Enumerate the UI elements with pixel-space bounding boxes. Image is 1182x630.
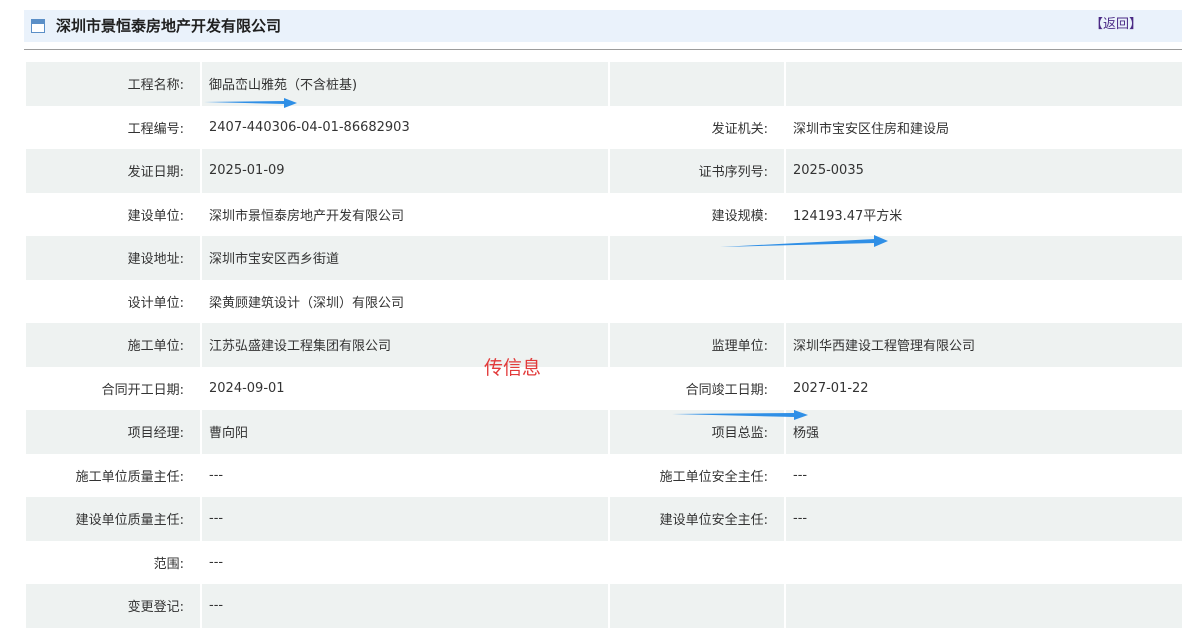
field-value: --- xyxy=(202,540,610,584)
field-label: 施工单位: xyxy=(26,323,202,367)
field-label: 施工单位质量主任: xyxy=(26,453,202,497)
field-value xyxy=(786,279,1182,323)
overlay-annotation: 传信息 xyxy=(484,357,542,379)
field-label: 发证机关: xyxy=(610,105,786,149)
field-value: --- xyxy=(202,584,610,628)
field-value: 江苏弘盛建设工程集团有限公司 xyxy=(202,323,610,367)
table-row: 建设单位: 深圳市景恒泰房地产开发有限公司 建设规模: 124193.47平方米 xyxy=(26,192,1182,236)
table-row: 工程编号: 2407-440306-04-01-86682903 发证机关: 深圳市宝… xyxy=(26,105,1182,149)
field-label: 建设地址: xyxy=(26,236,202,280)
field-value: 御品峦山雅苑（不含桩基) xyxy=(202,62,610,106)
field-label: 范围: xyxy=(26,540,202,584)
table-row: 设计单位: 梁黄顾建筑设计（深圳）有限公司 xyxy=(26,279,1182,323)
field-value xyxy=(786,540,1182,584)
table-row: 建设单位质量主任: --- 建设单位安全主任: --- xyxy=(26,497,1182,541)
field-label: 施工单位安全主任: xyxy=(610,453,786,497)
field-value: 2024-09-01 xyxy=(202,366,610,410)
field-value: 深圳市景恒泰房地产开发有限公司 xyxy=(202,192,610,236)
field-label: 工程名称: xyxy=(26,62,202,106)
table-row: 建设地址: 深圳市宝安区西乡街道 xyxy=(26,236,1182,280)
field-value: 2407-440306-04-01-86682903 xyxy=(202,105,610,149)
table-row: 工程名称: 御品峦山雅苑（不含桩基) xyxy=(26,62,1182,106)
table-row: 施工单位质量主任: --- 施工单位安全主任: --- xyxy=(26,453,1182,497)
table-row: 施工单位: 江苏弘盛建设工程集团有限公司 监理单位: 深圳华西建设工程管理有限公司 xyxy=(26,323,1182,367)
field-value xyxy=(786,62,1182,106)
field-value: 深圳市宝安区西乡街道 xyxy=(202,236,610,280)
field-label: 项目总监: xyxy=(610,410,786,454)
field-label: 建设单位: xyxy=(26,192,202,236)
field-label: 建设单位安全主任: xyxy=(610,497,786,541)
field-label: 合同竣工日期: xyxy=(610,366,786,410)
info-table: 工程名称: 御品峦山雅苑（不含桩基) 工程编号: 2407-440306-04-01-… xyxy=(26,62,1182,628)
field-value: --- xyxy=(786,497,1182,541)
field-value: 2025-0035 xyxy=(786,149,1182,193)
field-label: 监理单位: xyxy=(610,323,786,367)
field-value: 梁黄顾建筑设计（深圳）有限公司 xyxy=(202,279,610,323)
field-value: 曹向阳 xyxy=(202,410,610,454)
table-row: 范围: --- xyxy=(26,540,1182,584)
table-row: 变更登记: --- xyxy=(26,584,1182,628)
table-row: 项目经理: 曹向阳 项目总监: 杨强 xyxy=(26,410,1182,454)
field-label xyxy=(610,540,786,584)
field-label: 发证日期: xyxy=(26,149,202,193)
field-label: 项目经理: xyxy=(26,410,202,454)
field-value: --- xyxy=(202,497,610,541)
field-label: 建设单位质量主任: xyxy=(26,497,202,541)
field-value: 深圳市宝安区住房和建设局 xyxy=(786,105,1182,149)
page-header: 深圳市景恒泰房地产开发有限公司 【返回】 xyxy=(24,10,1182,42)
back-link[interactable]: 【返回】 xyxy=(1090,10,1142,40)
table-row: 合同开工日期: 2024-09-01 合同竣工日期: 2027-01-22 xyxy=(26,366,1182,410)
field-label xyxy=(610,236,786,280)
field-value: 杨强 xyxy=(786,410,1182,454)
field-label: 变更登记: xyxy=(26,584,202,628)
field-value: 2025-01-09 xyxy=(202,149,610,193)
field-label: 设计单位: xyxy=(26,279,202,323)
field-label: 证书序列号: xyxy=(610,149,786,193)
field-value: --- xyxy=(786,453,1182,497)
field-value: 深圳华西建设工程管理有限公司 xyxy=(786,323,1182,367)
field-label xyxy=(610,279,786,323)
field-label xyxy=(610,62,786,106)
field-value: --- xyxy=(202,453,610,497)
field-value: 2027-01-22 xyxy=(786,366,1182,410)
field-label: 合同开工日期: xyxy=(26,366,202,410)
field-value xyxy=(786,584,1182,628)
page-title: 深圳市景恒泰房地产开发有限公司 xyxy=(56,17,282,35)
window-icon xyxy=(31,19,45,33)
field-value: 124193.47平方米 xyxy=(786,192,1182,236)
header-divider xyxy=(24,49,1182,50)
field-label: 建设规模: xyxy=(610,192,786,236)
field-label xyxy=(610,584,786,628)
field-label: 工程编号: xyxy=(26,105,202,149)
table-row: 发证日期: 2025-01-09 证书序列号: 2025-0035 xyxy=(26,149,1182,193)
field-value xyxy=(786,236,1182,280)
